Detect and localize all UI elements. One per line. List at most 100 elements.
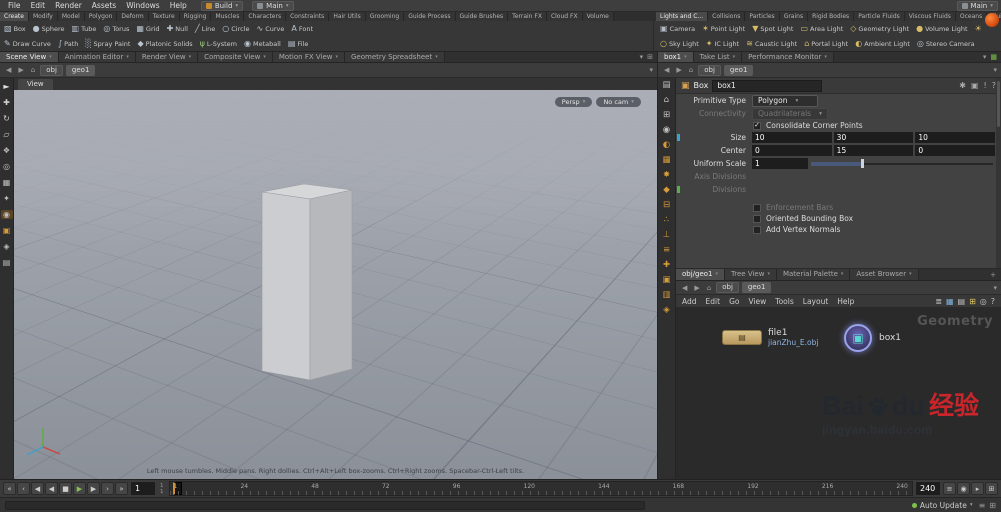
shelf-tab[interactable]: Terrain FX: [508, 12, 547, 21]
desktop-selector[interactable]: Build ▾: [200, 0, 244, 11]
step-back-button[interactable]: ◀: [31, 482, 44, 495]
shelf-tab[interactable]: Grooming: [365, 12, 405, 21]
size-x-field[interactable]: 10: [752, 132, 832, 143]
points-display-icon[interactable]: ∴: [661, 216, 673, 225]
pane-tab[interactable]: Asset Browser: [850, 269, 919, 280]
home-icon[interactable]: ⌂: [29, 66, 37, 74]
stop-button[interactable]: ■: [59, 482, 72, 495]
shelf-tab[interactable]: Grains: [779, 12, 809, 21]
connectivity-select[interactable]: Quadrilaterals ▾: [752, 107, 828, 120]
pane-menu-icon[interactable]: ▾: [640, 53, 644, 61]
shelf-tab[interactable]: Particles: [745, 12, 780, 21]
path-node-chip[interactable]: geo1: [741, 282, 772, 293]
pane-tab[interactable]: Geometry Spreadsheet: [345, 52, 445, 62]
frame-selection-icon[interactable]: ⊞: [661, 111, 673, 120]
tool-line[interactable]: ╱ Line: [195, 24, 215, 33]
right-main-selector[interactable]: Main ▾: [956, 0, 998, 11]
shelf-tab[interactable]: Modify: [28, 12, 58, 21]
viewport-canvas[interactable]: Persp ▾ No cam ▾ Left mouse tumbles. Middl…: [14, 90, 657, 479]
key-tool-icon[interactable]: ✦: [1, 194, 13, 203]
network-menu-item[interactable]: Tools: [775, 297, 793, 306]
menu-item[interactable]: Help: [165, 1, 192, 10]
shelf-tab[interactable]: Characters: [244, 12, 287, 21]
path-root-chip[interactable]: obj: [716, 282, 739, 293]
slider-handle[interactable]: [860, 159, 864, 168]
shelf-tab[interactable]: Oceans: [955, 12, 988, 21]
pane-tab[interactable]: obj/geo1: [676, 269, 726, 280]
wireframe-icon[interactable]: ▦: [661, 156, 673, 165]
select-mode-icon[interactable]: ◉: [661, 126, 673, 135]
snap-tool-icon[interactable]: ▦: [1, 178, 13, 187]
main-scheme-selector[interactable]: Main ▾: [252, 0, 294, 11]
network-menu-item[interactable]: Edit: [706, 297, 721, 306]
step-forward-button[interactable]: ▶: [87, 482, 100, 495]
uniform-scale-slider[interactable]: [811, 158, 995, 169]
size-y-field[interactable]: 30: [833, 132, 914, 143]
box1-node[interactable]: ▣ box1: [844, 324, 901, 352]
jump-start-button[interactable]: «: [3, 482, 16, 495]
select-tool-icon[interactable]: ►: [1, 82, 13, 91]
pane-tab[interactable]: Material Palette: [776, 269, 851, 280]
oriented-bounding-box-checkbox[interactable]: [753, 214, 761, 223]
tool-sphere[interactable]: ● Sphere: [33, 24, 65, 33]
shelf-tab[interactable]: Collisions: [708, 12, 746, 21]
network-menu-item[interactable]: Go: [729, 297, 739, 306]
tool-tube[interactable]: ▥ Tube: [72, 24, 97, 33]
gear-icon[interactable]: ✱: [959, 81, 966, 90]
view-tool-icon[interactable]: ◎: [1, 162, 13, 171]
no-cam-button[interactable]: No cam ▾: [596, 97, 641, 107]
shelf-tab[interactable]: Rigging: [179, 12, 212, 21]
forward-icon[interactable]: ▶: [692, 284, 701, 292]
list-view-icon[interactable]: ▤: [958, 297, 966, 306]
viewport-view-tab[interactable]: View: [18, 79, 53, 90]
realtime-toggle-icon[interactable]: ▸: [971, 482, 984, 495]
tool-volume-light[interactable]: ● Volume Light: [916, 24, 967, 33]
tool-caustic-light[interactable]: ≋ Caustic Light: [746, 39, 797, 48]
add-pane-tab-button[interactable]: +: [985, 269, 1001, 280]
center-y-field[interactable]: 15: [833, 145, 914, 156]
objects-mode-icon[interactable]: ▣: [1, 226, 13, 235]
chevron-down-icon[interactable]: ▾: [649, 66, 653, 74]
scene-viewport[interactable]: View Persp ▾ No cam ▾ Left mouse tumbles…: [14, 78, 657, 479]
playback-controls-icon[interactable]: ≡: [943, 482, 956, 495]
scrollbar[interactable]: [996, 78, 1001, 268]
tool-null[interactable]: ✚ Null: [167, 24, 188, 33]
shelf-tab[interactable]: Hair Utils: [329, 12, 366, 21]
forward-icon[interactable]: ▶: [674, 66, 683, 74]
materials-mode-icon[interactable]: ▤: [1, 258, 13, 267]
templates-icon[interactable]: ▥: [661, 291, 673, 300]
pane-layout-icon[interactable]: ▦: [990, 53, 997, 61]
particles-display-icon[interactable]: ≡: [661, 246, 673, 255]
color-palette-icon[interactable]: ⊞: [969, 297, 976, 306]
tool-platonic-solids[interactable]: ◆ Platonic Solids: [137, 39, 192, 48]
shelf-tab[interactable]: Lights and C...: [656, 12, 709, 21]
size-z-field[interactable]: 10: [915, 132, 996, 143]
grid-snap-icon[interactable]: ⊟: [661, 201, 673, 210]
back-icon[interactable]: ◀: [680, 284, 689, 292]
path-root-chip[interactable]: obj: [698, 64, 721, 76]
groups-icon[interactable]: ▣: [661, 276, 673, 285]
tool-box[interactable]: ▧ Box: [4, 24, 26, 33]
path-root-chip[interactable]: obj: [40, 64, 63, 76]
back-icon[interactable]: ◀: [4, 66, 13, 74]
tool-circle[interactable]: ○ Circle: [222, 24, 249, 33]
center-x-field[interactable]: 0: [752, 145, 832, 156]
network-menu-item[interactable]: Layout: [803, 297, 829, 306]
network-editor-canvas[interactable]: Geometry ▤ file1 jianZhu_E.obj ▣ box1 Ba…: [676, 308, 1001, 479]
layout-single-icon[interactable]: ▤: [661, 81, 673, 90]
pane-tab[interactable]: Render View: [135, 52, 199, 62]
pane-tab[interactable]: Tree View: [725, 269, 777, 280]
normals-display-icon[interactable]: ⊥: [661, 231, 673, 240]
uniform-scale-field[interactable]: 1: [752, 158, 808, 169]
rotate-tool-icon[interactable]: ↻: [1, 114, 13, 123]
play-button[interactable]: ▶: [73, 482, 86, 495]
pane-maximize-icon[interactable]: ⊞: [647, 53, 653, 61]
shelf-tab[interactable]: Guide Brushes: [455, 12, 509, 21]
tool-grid[interactable]: ▦ Grid: [136, 24, 159, 33]
path-node-chip[interactable]: geo1: [723, 64, 754, 76]
tool-ic-light[interactable]: ✦ IC Light: [706, 39, 739, 48]
resize-grip-icon[interactable]: ⊞: [989, 501, 996, 510]
consolidate-corner-points-checkbox[interactable]: ✓: [753, 121, 761, 130]
menu-item[interactable]: Edit: [26, 1, 51, 10]
shelf-tab[interactable]: Deform: [117, 12, 149, 21]
